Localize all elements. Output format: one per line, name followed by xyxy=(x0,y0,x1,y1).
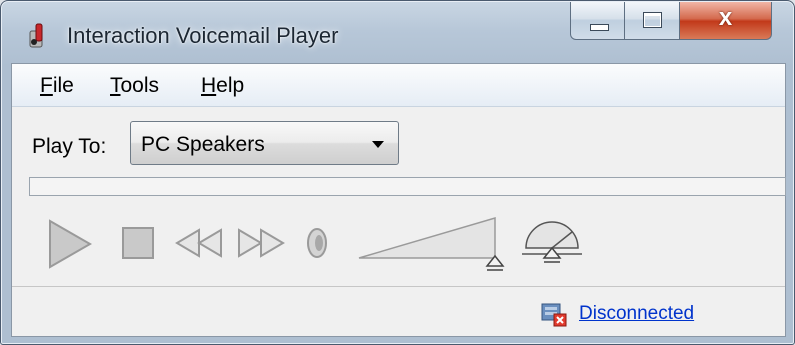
speaker-icon xyxy=(307,228,327,258)
menu-file[interactable]: File xyxy=(40,74,74,98)
rewind-icon xyxy=(175,228,222,258)
rewind-button[interactable] xyxy=(175,228,225,258)
volume-ramp xyxy=(358,216,505,271)
chevron-down-icon xyxy=(372,141,384,148)
stop-button[interactable] xyxy=(121,226,155,260)
play-button[interactable] xyxy=(46,218,94,270)
play-to-dropdown[interactable]: PC Speakers xyxy=(130,121,399,165)
menu-bar: File Tools Help xyxy=(12,64,785,107)
stop-icon xyxy=(122,227,154,259)
caption-buttons: x xyxy=(570,2,772,42)
play-icon xyxy=(49,219,93,269)
speed-thumb[interactable] xyxy=(542,246,562,263)
minimize-button[interactable] xyxy=(570,2,625,40)
menu-help[interactable]: Help xyxy=(201,74,244,98)
speed-gauge-icon xyxy=(522,221,582,263)
close-icon: x xyxy=(718,4,733,31)
play-to-label: Play To: xyxy=(32,135,107,158)
volume-slider[interactable] xyxy=(355,214,505,274)
fast-forward-button[interactable] xyxy=(237,228,287,258)
window-title: Interaction Voicemail Player xyxy=(67,23,339,48)
status-bar-divider xyxy=(12,286,785,287)
speaker-button[interactable] xyxy=(304,226,330,260)
maximize-button[interactable] xyxy=(625,2,680,40)
playback-progress-bar[interactable] xyxy=(29,177,786,196)
fast-forward-icon xyxy=(238,228,285,258)
speed-gauge[interactable] xyxy=(520,212,584,274)
client-area: File Tools Help Play To: PC Speakers Dis… xyxy=(11,63,786,337)
close-button[interactable]: x xyxy=(680,2,772,40)
title-bar[interactable]: Interaction Voicemail Player x xyxy=(1,1,794,63)
voicemail-app-icon xyxy=(29,23,43,48)
transport-controls xyxy=(12,204,785,284)
app-window: Interaction Voicemail Player x File Tool… xyxy=(0,0,795,345)
disconnected-status-icon xyxy=(541,303,567,327)
connection-status-link[interactable]: Disconnected xyxy=(579,303,694,325)
play-to-selected-value: PC Speakers xyxy=(141,133,265,156)
menu-tools[interactable]: Tools xyxy=(110,74,159,98)
